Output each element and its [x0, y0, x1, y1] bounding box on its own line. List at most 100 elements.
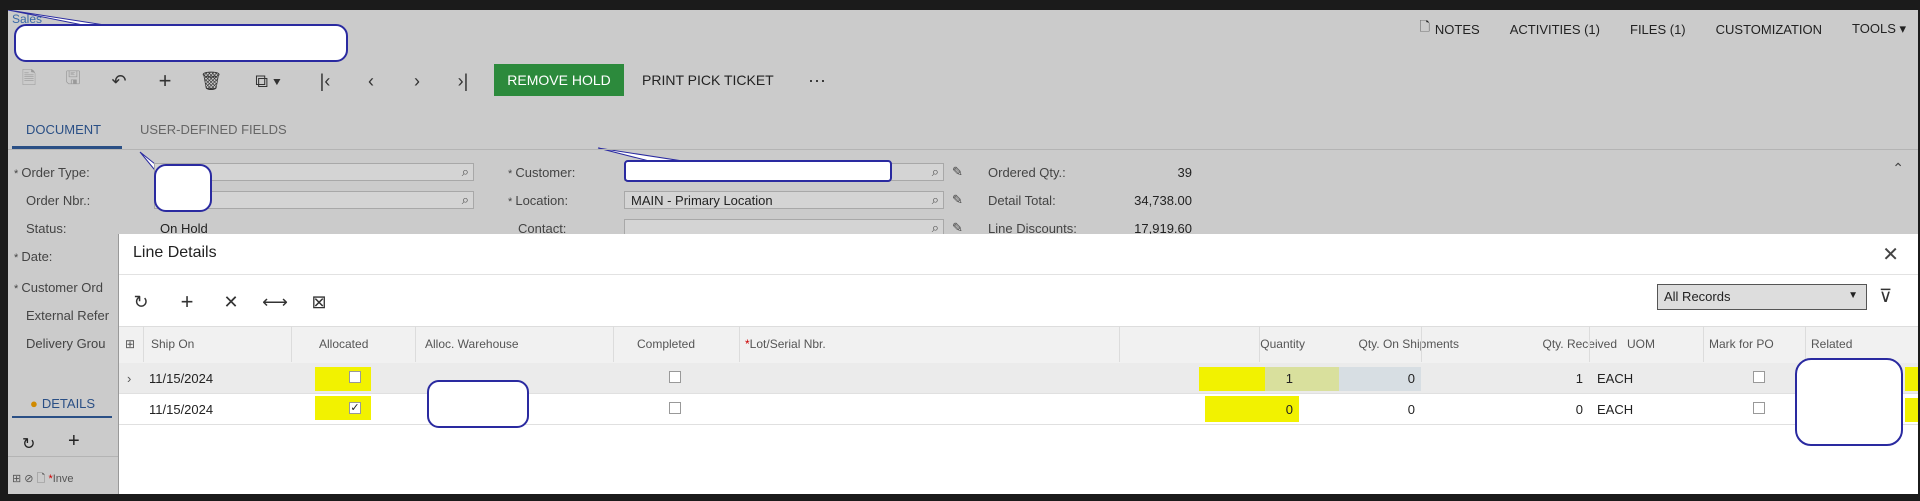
column-divider: [739, 326, 740, 362]
cell-qty-received[interactable]: 0: [1479, 402, 1583, 417]
remove-hold-button[interactable]: REMOVE HOLD: [494, 64, 624, 96]
search-icon[interactable]: ⌕: [462, 164, 469, 180]
column-divider: [613, 326, 614, 362]
more-actions-button[interactable]: ···: [808, 64, 826, 96]
customer-order-label: Customer Ord: [14, 280, 103, 295]
print-pick-ticket-button[interactable]: PRINT PICK TICKET: [642, 64, 774, 96]
cell-qty-on-shipments[interactable]: 0: [1319, 371, 1415, 386]
expand-row-icon[interactable]: ›: [127, 371, 131, 386]
allocated-checkbox-checked[interactable]: ✓: [349, 402, 361, 414]
records-filter-select[interactable]: All Records ▼: [1657, 284, 1867, 310]
tab-details[interactable]: ● DETAILS: [30, 396, 95, 411]
activities-button[interactable]: ACTIVITIES (1): [1510, 18, 1600, 40]
add-icon[interactable]: +: [152, 68, 178, 94]
highlight-mark: [315, 396, 371, 420]
app-frame: Sales 🗋 NOTES ACTIVITIES (1) FILES (1) CU…: [8, 10, 1918, 494]
redacted-title-callout: [14, 24, 348, 62]
location-label: Location:: [508, 193, 568, 208]
fit-columns-icon[interactable]: ⟷: [262, 290, 288, 314]
add-row-icon[interactable]: +: [68, 430, 80, 453]
first-record-icon[interactable]: |‹: [312, 68, 338, 94]
export-excel-icon[interactable]: ⊠: [307, 290, 331, 314]
completed-checkbox[interactable]: [669, 371, 681, 383]
column-divider: [1805, 326, 1806, 362]
column-mark-for-po[interactable]: Mark for PO: [1709, 337, 1774, 351]
cell-uom[interactable]: EACH: [1597, 402, 1633, 417]
delete-icon[interactable]: 🗑: [198, 68, 224, 94]
filter-icon[interactable]: ⊽: [1879, 286, 1892, 307]
column-divider: [415, 326, 416, 362]
order-nbr-label: Order Nbr.:: [26, 193, 91, 208]
mark-for-po-checkbox[interactable]: [1753, 371, 1765, 383]
add-row-icon[interactable]: +: [175, 289, 199, 314]
column-divider: [1421, 326, 1422, 362]
files-button[interactable]: FILES (1): [1630, 18, 1686, 40]
redacted-order-type-callout: [154, 164, 212, 212]
column-uom[interactable]: UOM: [1627, 337, 1655, 351]
column-related[interactable]: Related: [1811, 337, 1852, 351]
chevron-down-icon: ▼: [1848, 290, 1858, 301]
customer-label: Customer:: [508, 165, 575, 180]
cell-quantity[interactable]: 1: [1159, 371, 1293, 386]
ordered-qty-value: 39: [1177, 165, 1192, 180]
completed-checkbox[interactable]: [669, 402, 681, 414]
save-icon[interactable]: 🖫: [60, 68, 86, 94]
cell-ship-on[interactable]: 11/15/2024: [149, 402, 213, 417]
column-allocated[interactable]: Allocated: [319, 337, 368, 351]
close-icon[interactable]: ✕: [1882, 242, 1899, 267]
delete-row-icon[interactable]: ✕: [219, 290, 243, 314]
column-qty-on-shipments[interactable]: Qty. On Shipments: [1315, 337, 1459, 351]
column-divider: [143, 326, 144, 362]
cell-uom[interactable]: EACH: [1597, 371, 1633, 386]
cell-qty-on-shipments[interactable]: 0: [1319, 402, 1415, 417]
notes-button[interactable]: 🗋 NOTES: [1419, 18, 1479, 40]
column-lot-serial[interactable]: *Lot/Serial Nbr.: [745, 337, 826, 351]
cell-ship-on[interactable]: 11/15/2024: [149, 371, 213, 386]
collapse-icon[interactable]: ⌃: [1892, 160, 1904, 177]
copy-paste-icon[interactable]: ⧉ ▾: [248, 68, 288, 94]
edit-customer-icon[interactable]: ✎: [952, 164, 963, 180]
column-settings-icon[interactable]: ⊞: [125, 337, 135, 351]
column-quantity[interactable]: Quantity: [1145, 337, 1305, 351]
column-divider: [1589, 326, 1590, 362]
table-row[interactable]: › 11/15/2024 1 0 1 EACH: [119, 363, 1918, 394]
tabs-divider: [8, 149, 1918, 150]
location-field[interactable]: MAIN - Primary Location ⌕: [624, 191, 944, 209]
details-grid-header: ⊞ ⊘ 🗋 *Inve: [12, 473, 74, 485]
dialog-header: Line Details ✕: [119, 234, 1918, 275]
search-icon[interactable]: ⌕: [932, 164, 939, 180]
mark-for-po-checkbox[interactable]: [1753, 402, 1765, 414]
dialog-title: Line Details: [133, 244, 217, 261]
next-record-icon[interactable]: ›: [404, 68, 430, 94]
column-completed[interactable]: Completed: [637, 337, 695, 351]
external-ref-label: External Refer: [26, 308, 110, 323]
tab-document[interactable]: DOCUMENT: [26, 122, 101, 137]
refresh-icon[interactable]: ↻: [129, 290, 153, 314]
tools-button[interactable]: TOOLS ▾: [1852, 18, 1906, 40]
edit-location-icon[interactable]: ✎: [952, 192, 963, 208]
column-ship-on[interactable]: Ship On: [151, 337, 194, 351]
column-divider: [1703, 326, 1704, 362]
last-record-icon[interactable]: ›|: [450, 68, 476, 94]
previous-record-icon[interactable]: ‹: [358, 68, 384, 94]
cell-quantity[interactable]: 0: [1159, 402, 1293, 417]
tab-user-defined-fields[interactable]: USER-DEFINED FIELDS: [140, 122, 287, 137]
column-alloc-warehouse[interactable]: Alloc. Warehouse: [425, 337, 519, 351]
table-row[interactable]: 11/15/2024 ✓ 0 0 0 EACH: [119, 394, 1918, 425]
order-type-label: Order Type:: [14, 165, 89, 180]
highlight-mark: [315, 367, 371, 391]
status-label: Status:: [26, 221, 67, 236]
redacted-related-callout: [1795, 358, 1903, 446]
undo-icon[interactable]: ↶: [106, 68, 132, 94]
search-icon[interactable]: ⌕: [462, 192, 469, 208]
column-qty-received[interactable]: Qty. Received: [1521, 337, 1617, 351]
search-icon[interactable]: ⌕: [932, 192, 939, 208]
warning-icon: ●: [30, 396, 38, 411]
delivery-group-label: Delivery Grou: [26, 336, 106, 351]
ordered-qty-label: Ordered Qty.:: [988, 165, 1066, 180]
cell-qty-received[interactable]: 1: [1479, 371, 1583, 386]
allocated-checkbox[interactable]: [349, 371, 361, 383]
save-close-icon[interactable]: 🗎: [16, 68, 42, 94]
customization-button[interactable]: CUSTOMIZATION: [1716, 18, 1822, 40]
refresh-icon[interactable]: ↻: [22, 434, 35, 454]
